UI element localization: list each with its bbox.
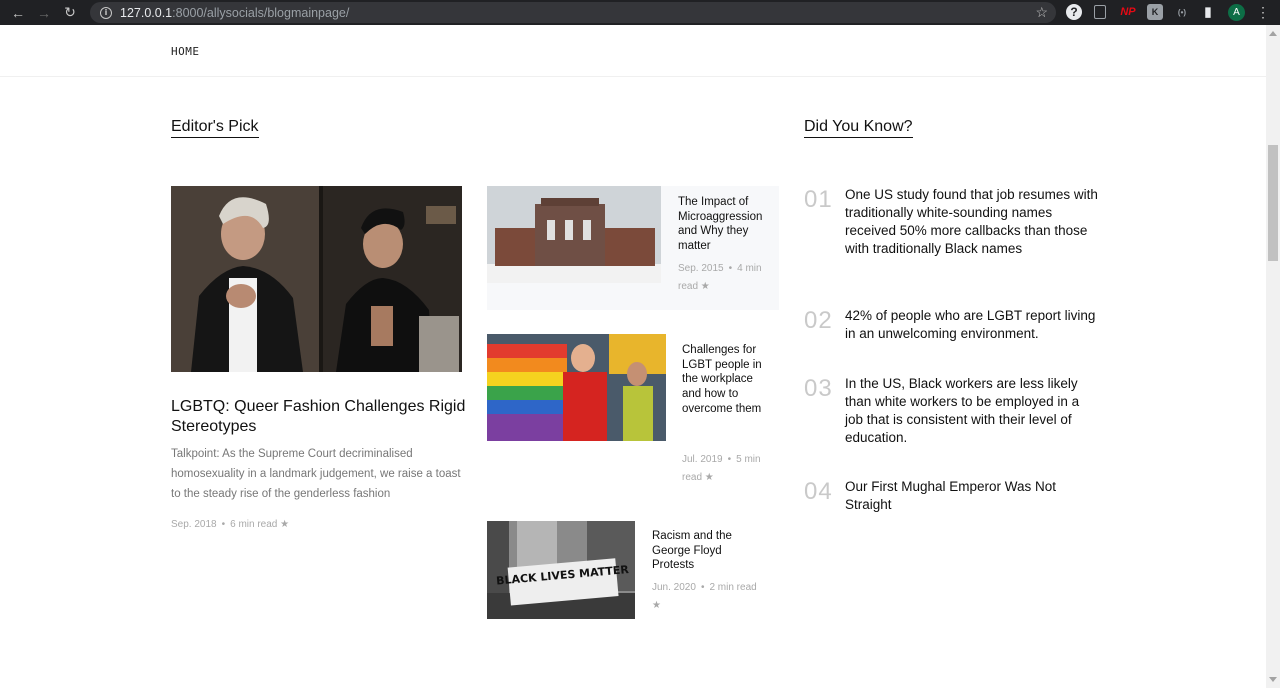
scroll-down-icon[interactable] [1269,677,1277,682]
article-date: Sep. 2018 [171,519,217,530]
article-title[interactable]: The Impact of Microaggression and Why th… [678,195,773,254]
star-icon[interactable]: ★ [701,281,710,292]
top-nav: HOME [0,25,1266,77]
article-image[interactable]: BLACK LIVES MATTER [487,521,635,619]
featured-article-title[interactable]: LGBTQ: Queer Fashion Challenges Rigid St… [171,397,471,437]
nav-home-link[interactable]: HOME [171,45,200,58]
article-card[interactable]: The Impact of Microaggression and Why th… [487,186,779,310]
help-extension-icon[interactable]: ? [1066,4,1082,20]
featured-article-excerpt: Talkpoint: As the Supreme Court decrimin… [171,448,461,500]
browser-toolbar: ← → ↻ i 127.0.0.1:8000/allysocials/blogm… [0,0,1280,25]
star-icon[interactable]: ★ [705,472,714,483]
url-host: 127.0.0.1 [120,5,173,20]
article-title[interactable]: Challenges for LGBT people in the workpl… [682,343,767,417]
editors-pick-heading: Editor's Pick [171,118,259,138]
vertical-scrollbar[interactable] [1266,25,1280,688]
fact-text: One US study found that job resumes with… [845,187,1098,256]
article-card[interactable]: Challenges for LGBT people in the workpl… [487,334,779,494]
article-title[interactable]: Racism and the George Floyd Protests [652,529,747,573]
back-arrow-icon[interactable]: ← [5,0,31,25]
np-extension-icon[interactable]: NP [1120,4,1136,20]
scroll-up-icon[interactable] [1269,31,1277,36]
forward-arrow-icon[interactable]: → [31,0,57,25]
fact-number: 01 [804,186,833,213]
did-you-know-heading: Did You Know? [804,118,913,138]
profile-avatar[interactable]: A [1228,4,1245,21]
article-meta: Jul. 2019 • 5 min read ★ [682,454,761,483]
article-image[interactable] [487,186,661,283]
k-extension-icon[interactable]: K [1147,4,1163,20]
article-date: Jul. 2019 [682,454,723,465]
star-icon[interactable]: ★ [280,519,289,530]
fact-number: 04 [804,478,833,505]
featured-article-meta: Sep. 2018 • 6 min read ★ [171,519,290,530]
site-info-icon[interactable]: i [100,6,112,19]
extensions-puzzle-icon[interactable]: ▮ [1200,4,1216,20]
featured-image[interactable] [171,186,462,372]
article-date: Sep. 2015 [678,263,724,274]
address-bar[interactable]: i 127.0.0.1:8000/allysocials/blogmainpag… [90,2,1056,23]
article-card[interactable]: BLACK LIVES MATTER Racism and the George… [487,521,779,631]
fact-number: 03 [804,375,833,402]
scroll-thumb[interactable] [1268,145,1278,261]
article-read-time: 2 min read [709,582,757,593]
article-meta: Jun. 2020 • 2 min read ★ [652,582,757,611]
article-image[interactable] [487,334,666,441]
star-icon[interactable]: ★ [652,600,661,611]
fact-text: In the US, Black workers are less likely… [845,376,1080,445]
page-content: HOME Editor's Pick LGBTQ: Queer Fashion … [0,25,1266,688]
document-extension-icon[interactable] [1094,5,1106,19]
article-date: Jun. 2020 [652,582,696,593]
browser-menu-icon[interactable]: ⋮ [1256,4,1270,20]
article-meta: Sep. 2015 • 4 min read ★ [678,263,762,292]
article-read-time: 6 min read [230,519,278,530]
reload-icon[interactable]: ↻ [57,0,83,25]
fact-number: 02 [804,307,833,334]
fact-text[interactable]: Our First Mughal Emperor Was Not Straigh… [845,478,1100,514]
fact-text: 42% of people who are LGBT report living… [845,308,1096,341]
url-path: :8000/allysocials/blogmainpage/ [172,5,350,20]
dots-extension-icon[interactable]: (•) [1174,4,1190,20]
bookmark-star-icon[interactable]: ☆ [1035,4,1048,21]
